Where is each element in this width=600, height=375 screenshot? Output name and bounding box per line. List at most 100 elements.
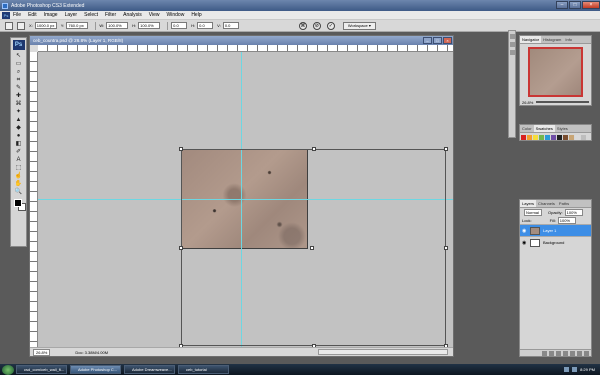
new-layer-icon[interactable] <box>577 350 582 356</box>
transform-handle[interactable] <box>310 246 314 250</box>
transform-handle[interactable] <box>444 147 448 151</box>
document-close-button[interactable]: × <box>443 37 452 44</box>
commit-transform-icon[interactable]: ✓ <box>326 21 335 30</box>
menu-analysis[interactable]: Analysis <box>123 12 142 18</box>
maximize-button[interactable]: □ <box>569 1 581 9</box>
x-input[interactable]: 1000.0 px <box>34 22 57 29</box>
menu-layer[interactable]: Layer <box>65 12 78 18</box>
menu-select[interactable]: Select <box>84 12 98 18</box>
swatch[interactable] <box>539 135 544 140</box>
workspace-button[interactable]: Workspace ▾ <box>342 21 376 30</box>
history-panel-icon[interactable] <box>509 34 515 39</box>
horizontal-scrollbar[interactable] <box>318 349 448 355</box>
taskbar-item[interactable]: csd_com/ceb_wall_fi... <box>16 365 67 374</box>
document-minimize-button[interactable]: – <box>423 37 432 44</box>
adjustment-layer-icon[interactable] <box>563 350 568 356</box>
visibility-eye-icon[interactable]: ◉ <box>522 228 527 234</box>
tab-color[interactable]: Color <box>520 125 534 132</box>
transform-handle[interactable] <box>179 147 183 151</box>
foreground-color[interactable] <box>14 199 22 207</box>
horizontal-ruler[interactable] <box>38 45 453 52</box>
brushes-panel-icon[interactable] <box>509 50 515 55</box>
y-input[interactable]: 760.0 px <box>66 22 89 29</box>
zoom-level[interactable]: 26.8% <box>33 348 51 356</box>
stamp-tool-icon[interactable]: ⌘ <box>14 101 23 108</box>
swatch[interactable] <box>563 135 568 140</box>
taskbar-item[interactable]: Adobe Dreamweave... <box>124 365 175 374</box>
move-tool-icon[interactable]: ↖ <box>14 53 23 60</box>
tab-layers[interactable]: Layers <box>520 200 537 207</box>
lasso-tool-icon[interactable]: ⌕ <box>14 69 23 76</box>
reference-point-icon[interactable] <box>17 21 25 30</box>
menu-file[interactable]: File <box>13 12 21 18</box>
hand-tool-icon[interactable]: ✋ <box>14 181 23 188</box>
minimize-button[interactable]: – <box>556 1 568 9</box>
volume-icon[interactable] <box>572 367 578 372</box>
blend-mode-select[interactable]: Normal <box>524 208 542 216</box>
cancel-transform-icon[interactable]: ⊘ <box>312 21 321 30</box>
layer-style-icon[interactable] <box>549 350 554 356</box>
document-maximize-button[interactable]: □ <box>433 37 442 44</box>
document-canvas[interactable] <box>38 52 453 347</box>
swatch[interactable] <box>545 135 550 140</box>
menu-filter[interactable]: Filter <box>105 12 116 18</box>
eraser-tool-icon[interactable]: ▲ <box>14 117 23 124</box>
swatch[interactable] <box>557 135 562 140</box>
swatch[interactable] <box>575 135 580 140</box>
zoom-tool-icon[interactable]: 🔍 <box>14 189 23 196</box>
actions-panel-icon[interactable] <box>509 42 515 47</box>
healing-tool-icon[interactable]: ✚ <box>14 93 23 100</box>
network-icon[interactable] <box>564 367 570 372</box>
tab-histogram[interactable]: Histogram <box>541 36 563 43</box>
transform-handle[interactable] <box>312 147 316 151</box>
brush-tool-icon[interactable]: ✎ <box>14 85 23 92</box>
menu-view[interactable]: View <box>149 12 160 18</box>
mask-icon[interactable] <box>556 350 561 356</box>
swatch[interactable] <box>569 135 574 140</box>
menu-window[interactable]: Window <box>167 12 185 18</box>
navigator-zoom-value[interactable]: 26.8% <box>522 100 533 105</box>
tab-swatches[interactable]: Swatches <box>533 125 555 132</box>
warp-icon[interactable]: ⌘ <box>298 21 307 30</box>
height-input[interactable]: 100.0% <box>138 22 161 29</box>
vertical-skew-input[interactable]: 0.0 <box>222 22 239 29</box>
new-group-icon[interactable] <box>570 350 575 356</box>
vertical-ruler[interactable] <box>30 52 38 347</box>
tab-styles[interactable]: Styles <box>555 125 570 132</box>
swatch[interactable] <box>581 135 586 140</box>
opacity-input[interactable]: 100% <box>564 208 583 216</box>
tab-channels[interactable]: Channels <box>536 200 557 207</box>
taskbar-item[interactable]: ceb_tutorial <box>178 365 229 374</box>
fill-input[interactable]: 100% <box>557 216 576 224</box>
free-transform-box[interactable] <box>179 147 448 347</box>
width-input[interactable]: 100.0% <box>106 22 129 29</box>
menu-image[interactable]: Image <box>44 12 58 18</box>
tab-info[interactable]: Info <box>563 36 574 43</box>
horizontal-skew-input[interactable]: 0.0 <box>197 22 214 29</box>
swatch[interactable] <box>527 135 532 140</box>
pen-tool-icon[interactable]: ◧ <box>14 141 23 148</box>
crop-tool-icon[interactable]: ⌗ <box>14 77 23 84</box>
visibility-eye-icon[interactable]: ◉ <box>522 240 527 246</box>
swatch[interactable] <box>533 135 538 140</box>
type-tool-icon[interactable]: A <box>14 157 23 164</box>
link-layers-icon[interactable] <box>542 350 547 356</box>
shape-tool-icon[interactable]: ⬚ <box>14 165 23 172</box>
layer-row-background[interactable]: ◉ Background <box>520 236 591 248</box>
angle-input[interactable]: 0.0 <box>171 22 188 29</box>
notes-tool-icon[interactable]: ☝ <box>14 173 23 180</box>
navigator-zoom-slider[interactable] <box>536 101 589 103</box>
transform-handle[interactable] <box>179 246 183 250</box>
layer-row-layer-1[interactable]: ◉ Layer 1 <box>520 224 591 236</box>
tab-paths[interactable]: Paths <box>557 200 571 207</box>
transform-tool-icon[interactable] <box>5 21 13 30</box>
close-button[interactable]: × <box>582 1 600 9</box>
gradient-tool-icon[interactable]: ◆ <box>14 125 23 132</box>
history-brush-icon[interactable]: ✦ <box>14 109 23 116</box>
trash-icon[interactable] <box>584 350 589 356</box>
menu-edit[interactable]: Edit <box>28 12 37 18</box>
menu-help[interactable]: Help <box>191 12 201 18</box>
transform-handle[interactable] <box>444 246 448 250</box>
taskbar-item-photoshop[interactable]: Adobe Photoshop C... <box>70 365 121 374</box>
swatch[interactable] <box>521 135 526 140</box>
